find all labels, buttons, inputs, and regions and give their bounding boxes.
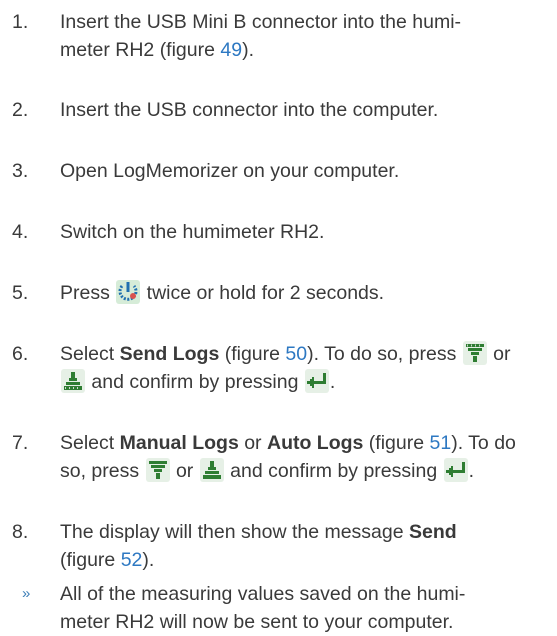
step-text-line: meter RH2 (figure (60, 39, 221, 61)
menu-option-name: Manual Logs (119, 432, 239, 454)
step-number: 8. (12, 521, 29, 543)
result-text-line: meter RH2 will now be sent to your compu… (60, 611, 454, 633)
result-arrow-icon: » (22, 585, 31, 602)
figure-link[interactable]: 50 (285, 343, 307, 365)
arrow-down-icon (145, 458, 170, 482)
step-text-part: or (170, 460, 199, 482)
step-text: Select Manual Logs or Auto Logs (figure … (60, 429, 540, 485)
step-text-part: ). (142, 549, 155, 571)
step-text: Insert the USB connector into the comput… (60, 99, 439, 121)
step-text-part: (figure (219, 343, 286, 365)
figure-link[interactable]: 52 (121, 549, 143, 571)
step-number: 7. (12, 432, 29, 454)
enter-icon (443, 458, 468, 482)
step-text-part: . (329, 371, 336, 393)
enter-icon (304, 369, 329, 393)
figure-link[interactable]: 51 (430, 432, 452, 454)
step-text-line: Insert the USB Mini B connector into the… (60, 11, 462, 33)
result-text-line: All of the measuring values saved on the… (60, 583, 466, 605)
step-text-part: and confirm by pressing (86, 371, 304, 393)
step-number: 3. (12, 160, 29, 182)
step-text-part: Select (60, 343, 120, 365)
step-text-part: (figure (60, 549, 121, 571)
step-text-part: ). To do so, press (307, 343, 462, 365)
step-text-part: Press (60, 282, 116, 304)
instruction-list: 1. Insert the USB Mini B connector into … (0, 0, 557, 633)
step-text-part: ). To do (451, 432, 516, 454)
step-text-part: . (468, 460, 475, 482)
menu-option-name: Auto Logs (266, 432, 364, 454)
step-text-part: Select (60, 432, 120, 454)
menu-option-name: Send Logs (119, 343, 220, 365)
step-text-part: so, press (60, 460, 145, 482)
step-number: 6. (12, 343, 29, 365)
step-number: 4. (12, 221, 29, 243)
step-number: 5. (12, 282, 29, 304)
step-text: Select Send Logs (figure 50). To do so, … (60, 340, 540, 396)
arrow-up-icon (61, 369, 85, 393)
step-number: 1. (12, 11, 29, 33)
step-text-part: or (487, 343, 511, 365)
power-menu-icon (116, 280, 141, 304)
step-text: Switch on the humimeter RH2. (60, 221, 325, 243)
step-text: Press twice or hold for 2 seconds. (60, 279, 540, 307)
step-text-part: twice or hold for 2 seconds. (141, 282, 385, 304)
step-text: The display will then show the message S… (60, 518, 540, 574)
step-text-part: and confirm by pressing (224, 460, 443, 482)
step-text: Open LogMemorizer on your computer. (60, 160, 400, 182)
step-text-part: The display will then show the message (60, 521, 410, 543)
step-text-end: ). (242, 39, 255, 61)
step-text-part: or (238, 432, 267, 454)
step-text: Insert the USB Mini B connector into the… (60, 8, 540, 64)
result-text: All of the measuring values saved on the… (60, 580, 540, 636)
step-number: 2. (12, 99, 29, 121)
arrow-down-icon (462, 341, 487, 365)
arrow-up-icon (199, 458, 224, 482)
step-text-part: (figure (363, 432, 430, 454)
figure-link[interactable]: 49 (220, 39, 242, 61)
message-name: Send (409, 521, 457, 543)
